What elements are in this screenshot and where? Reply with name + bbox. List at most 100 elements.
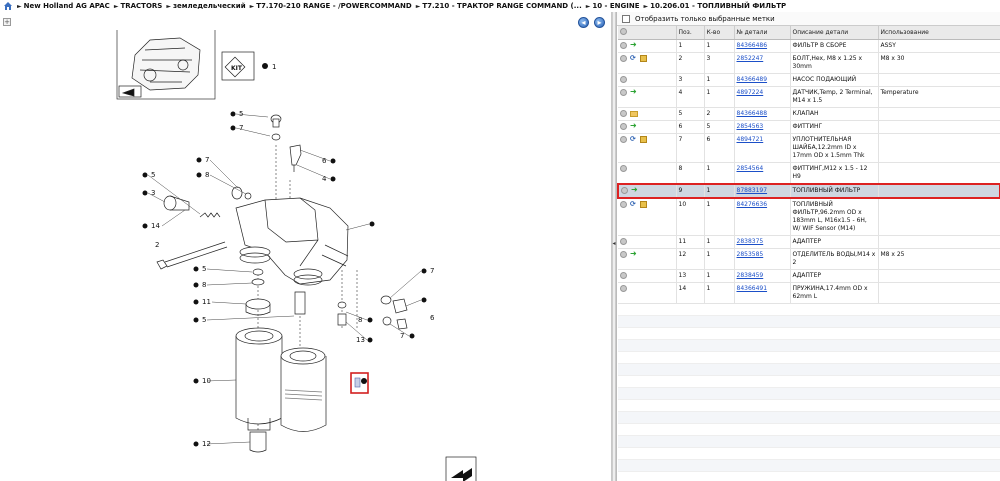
refresh-icon[interactable]: ⟳ — [630, 55, 637, 62]
callout-marker[interactable]: 7 — [421, 267, 435, 275]
info-icon[interactable] — [621, 187, 628, 194]
table-row[interactable]: ➜ 1 1 84366486 ФИЛЬТР В СБОРЕ ASSY — [618, 39, 1000, 53]
breadcrumb-item[interactable]: ► земледельческий — [166, 2, 245, 10]
part-number-link[interactable]: 87883197 — [737, 187, 768, 194]
callout-marker[interactable]: 6 — [421, 297, 436, 323]
expand-icon[interactable]: + — [3, 18, 11, 26]
table-row[interactable]: 5 2 84366488 КЛАПАН — [618, 107, 1000, 121]
breadcrumb-item[interactable]: ► T7.170-210 RANGE - /POWERCOMMAND — [250, 2, 412, 10]
temperature-sensor[interactable] — [289, 144, 302, 172]
show-selected-only-checkbox[interactable] — [622, 14, 630, 23]
part-number-link[interactable]: 84366486 — [737, 42, 768, 49]
select-all-header[interactable] — [618, 26, 677, 40]
refresh-icon[interactable]: ⟳ — [630, 136, 637, 143]
breadcrumb-item[interactable]: ► New Holland AG APAC — [17, 2, 110, 10]
next-view-icon[interactable] — [445, 456, 477, 481]
callout-marker[interactable] — [369, 221, 375, 227]
callout-marker[interactable]: 6 — [322, 157, 336, 165]
part-number-link[interactable]: 2854564 — [737, 165, 764, 172]
table-row[interactable]: 11 1 2838375 АДАПТЕР — [618, 235, 1000, 249]
breadcrumb-item[interactable]: ► TRACTORS — [114, 2, 163, 10]
previous-page-button[interactable]: ◂ — [578, 17, 589, 28]
info-icon[interactable] — [620, 55, 627, 62]
info-icon[interactable] — [620, 42, 627, 49]
info-icon[interactable] — [620, 165, 627, 172]
callout-marker[interactable]: 5 — [193, 265, 207, 273]
row-icons: ➜ — [618, 248, 677, 270]
table-row[interactable]: ⟳ 7 6 4894721 УПЛОТНИТЕЛЬНАЯ ШАЙБА,12.2mm ID… — [618, 133, 1000, 163]
table-row-selected[interactable]: ➜ 9 1 87883197 ТОПЛИВНЫЙ ФИЛЬТР — [617, 183, 1000, 199]
column-header-description[interactable]: Описание детали — [790, 26, 879, 40]
arrow-right-green-icon[interactable]: ➜ — [630, 250, 638, 258]
part-number-link[interactable]: 2853585 — [737, 251, 764, 258]
empty-cell — [790, 339, 878, 352]
fuel-filter-10[interactable] — [235, 327, 283, 431]
package-icon[interactable] — [640, 136, 647, 143]
engine-thumbnail[interactable] — [116, 30, 216, 100]
column-header-pos[interactable]: Поз. — [676, 26, 705, 40]
part-number-link[interactable]: 4894721 — [737, 136, 764, 143]
breadcrumb-item[interactable]: ► 10 - ENGINE — [586, 2, 640, 10]
part-number-link[interactable]: 2854563 — [737, 123, 764, 130]
part-number-link[interactable]: 2838375 — [737, 238, 764, 245]
quantity-cell: 1 — [704, 86, 735, 108]
callout-marker[interactable]: 13 — [356, 336, 373, 344]
part-number-link[interactable]: 2838459 — [737, 272, 764, 279]
arrow-right-green-icon[interactable]: ➜ — [630, 41, 638, 49]
next-page-button[interactable]: ▸ — [594, 17, 605, 28]
column-header-part-number[interactable]: № детали — [734, 26, 791, 40]
callout-marker[interactable]: 2 — [155, 241, 159, 249]
package-icon[interactable] — [640, 201, 647, 208]
callout-marker[interactable]: 14 — [142, 222, 161, 230]
table-row[interactable]: ⟳ 2 3 2852247 БОЛТ,Hex, M8 x 1.25 x 30mm M8 x… — [618, 52, 1000, 74]
part-number-link[interactable]: 84366488 — [737, 110, 768, 117]
callout-marker[interactable]: 7 — [400, 332, 415, 340]
table-row[interactable]: 14 1 84366491 ПРУЖИНА,17.4mm OD x 62mm L — [618, 282, 1000, 304]
info-icon[interactable] — [620, 123, 627, 130]
callout-marker[interactable]: 5 — [193, 316, 207, 324]
breadcrumb-item[interactable]: ► T7.210 - ТРАКТОР RANGE COMMAND (... — [416, 2, 582, 10]
empty-cell — [676, 315, 704, 328]
breadcrumb-item[interactable]: ► 10.206.01 - ТОПЛИВНЫЙ ФИЛЬТР — [644, 2, 787, 10]
folder-icon[interactable] — [630, 110, 638, 117]
info-icon[interactable] — [620, 272, 627, 279]
info-icon[interactable] — [620, 238, 627, 245]
info-icon[interactable] — [620, 201, 627, 208]
part-number-link[interactable]: 4897224 — [737, 89, 764, 96]
table-row[interactable]: 3 1 84366489 НАСОС ПОДАЮЩИЙ — [618, 73, 1000, 87]
column-header-usage[interactable]: Использование — [878, 26, 1000, 40]
callout-marker[interactable]: 5 — [142, 171, 156, 179]
arrow-right-green-icon[interactable]: ➜ — [631, 186, 639, 194]
callout-marker[interactable]: 7 — [196, 156, 210, 164]
column-header-qty[interactable]: К-во — [704, 26, 735, 40]
info-icon[interactable] — [620, 110, 627, 117]
info-icon[interactable] — [620, 285, 627, 292]
info-icon[interactable] — [620, 89, 627, 96]
table-row[interactable]: 13 1 2838459 АДАПТЕР — [618, 269, 1000, 283]
table-row[interactable]: ⟳ 10 1 84276636 ТОПЛИВНЫЙ ФИЛЬТР,96.2mm OD x… — [618, 198, 1000, 236]
callout-marker[interactable]: 11 — [193, 298, 211, 306]
info-icon[interactable] — [620, 251, 627, 258]
table-row[interactable]: 8 1 2854564 ФИТТИНГ,M12 x 1.5 - 12 H9 — [618, 162, 1000, 185]
package-icon[interactable] — [640, 55, 647, 62]
fuel-filter-9[interactable] — [280, 347, 327, 432]
home-icon[interactable] — [3, 1, 13, 11]
info-icon[interactable] — [620, 76, 627, 83]
arrow-right-green-icon[interactable]: ➜ — [630, 88, 638, 96]
part-number-link[interactable]: 84276636 — [737, 201, 768, 208]
table-row[interactable]: ➜ 4 1 4897224 ДАТЧИК,Temp, 2 Terminal, M14 x… — [618, 86, 1000, 108]
refresh-icon[interactable]: ⟳ — [630, 201, 637, 208]
empty-cell — [734, 375, 790, 388]
table-row[interactable]: ➜ 6 5 2854563 ФИТТИНГ — [618, 120, 1000, 134]
kit-icon[interactable]: KIT 1 — [221, 51, 276, 81]
table-row[interactable]: ➜ 12 1 2853585 ОТДЕЛИТЕЛЬ ВОДЫ,M14 x 2 M8 x 2… — [618, 248, 1000, 270]
part-number-link[interactable]: 2852247 — [737, 55, 764, 62]
description-cell: БОЛТ,Hex, M8 x 1.25 x 30mm — [790, 52, 879, 74]
callout-marker[interactable]: 8 — [193, 281, 207, 289]
callout-marker[interactable]: 8 — [196, 171, 210, 179]
description-cell: ОТДЕЛИТЕЛЬ ВОДЫ,M14 x 2 — [790, 248, 879, 270]
part-number-link[interactable]: 84366491 — [737, 285, 768, 292]
arrow-right-green-icon[interactable]: ➜ — [630, 122, 638, 130]
info-icon[interactable] — [620, 136, 627, 143]
part-number-link[interactable]: 84366489 — [737, 76, 768, 83]
